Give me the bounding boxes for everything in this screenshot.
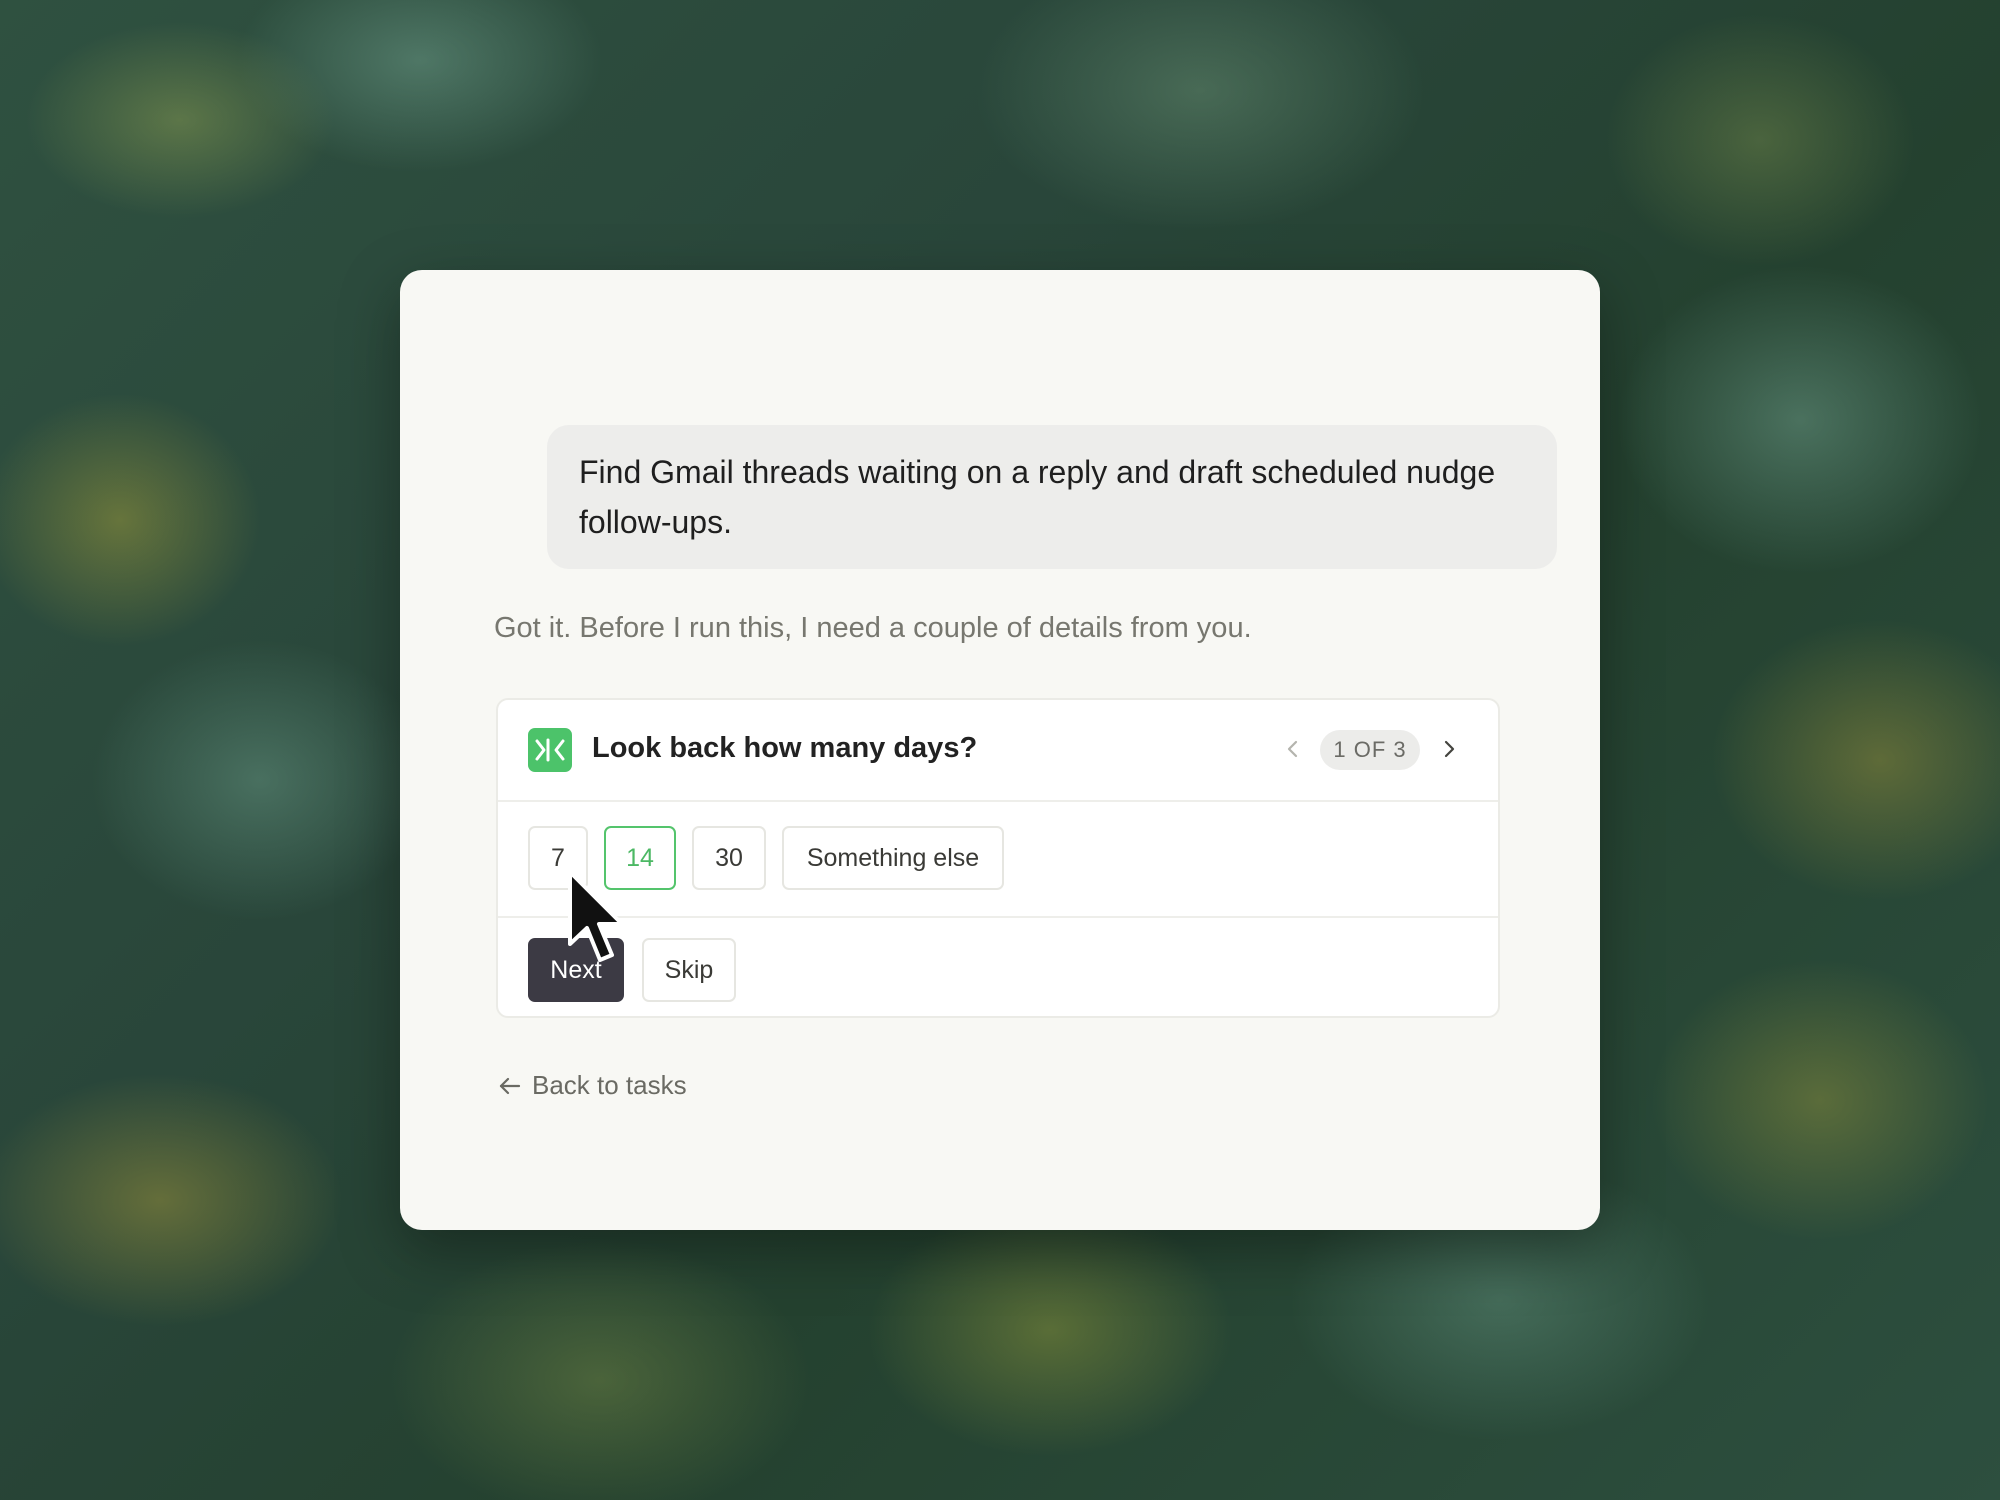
question-actions: Next Skip xyxy=(498,918,1498,1018)
question-card-header: Look back how many days? 1 OF 3 xyxy=(498,700,1498,802)
option-something-else-button[interactable]: Something else xyxy=(782,826,1004,890)
back-to-tasks-label: Back to tasks xyxy=(532,1070,687,1100)
chevron-right-icon[interactable] xyxy=(1434,734,1464,764)
skip-button[interactable]: Skip xyxy=(642,938,736,1002)
arrow-left-icon xyxy=(499,1077,521,1095)
user-message-text: Find Gmail threads waiting on a reply an… xyxy=(579,454,1496,540)
answer-options: 7 14 30 Something else xyxy=(498,800,1498,918)
question-card: Look back how many days? 1 OF 3 7 14 30 … xyxy=(496,698,1500,1018)
question-title: Look back how many days? xyxy=(592,732,978,764)
next-button[interactable]: Next xyxy=(528,938,624,1002)
option-30-button[interactable]: 30 xyxy=(692,826,766,890)
option-7-button[interactable]: 7 xyxy=(528,826,588,890)
question-pager-count: 1 OF 3 xyxy=(1320,730,1420,770)
chat-panel: Find Gmail threads waiting on a reply an… xyxy=(400,270,1600,1230)
user-message-bubble: Find Gmail threads waiting on a reply an… xyxy=(547,425,1557,569)
app-logo-icon xyxy=(528,728,572,772)
option-14-button[interactable]: 14 xyxy=(604,826,676,890)
chevron-left-icon[interactable] xyxy=(1278,734,1308,764)
assistant-message: Got it. Before I run this, I need a coup… xyxy=(494,612,1252,644)
